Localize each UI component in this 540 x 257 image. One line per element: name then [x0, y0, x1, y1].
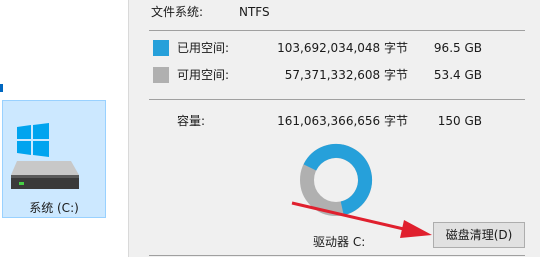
hard-drive-icon [11, 123, 79, 189]
capacity-bytes: 161,063,366,656 字节 [277, 114, 408, 128]
divider [149, 30, 525, 31]
explorer-pane: 系统 (C:) [0, 0, 128, 257]
disk-cleanup-button[interactable]: 磁盘清理(D) [433, 222, 525, 248]
capacity-label: 容量: [177, 114, 206, 128]
divider [149, 99, 525, 100]
used-space-label: 已用空间: [177, 41, 230, 55]
windows-logo-icon [17, 123, 49, 157]
used-space-swatch [153, 40, 169, 56]
usage-donut-chart [300, 144, 372, 216]
used-space-bytes: 103,692,034,048 字节 [277, 41, 408, 55]
filesystem-label: 文件系统: [151, 5, 204, 19]
free-space-swatch [153, 67, 169, 83]
drive-c-tile[interactable]: 系统 (C:) [2, 100, 106, 218]
free-space-label: 可用空间: [177, 68, 230, 82]
divider [149, 255, 525, 256]
capacity-size: 150 GB [437, 114, 482, 128]
drive-label: 系统 (C:) [29, 201, 79, 215]
free-space-bytes: 57,371,332,608 字节 [284, 68, 408, 82]
filesystem-value: NTFS [239, 5, 270, 19]
properties-dialog: 文件系统: NTFS 已用空间: 103,692,034,048 字节 96.5… [128, 0, 540, 257]
used-space-size: 96.5 GB [433, 41, 482, 55]
free-space-size: 53.4 GB [433, 68, 482, 82]
drive-caption: 驱动器 C: [313, 235, 366, 249]
selection-indicator [0, 84, 3, 92]
